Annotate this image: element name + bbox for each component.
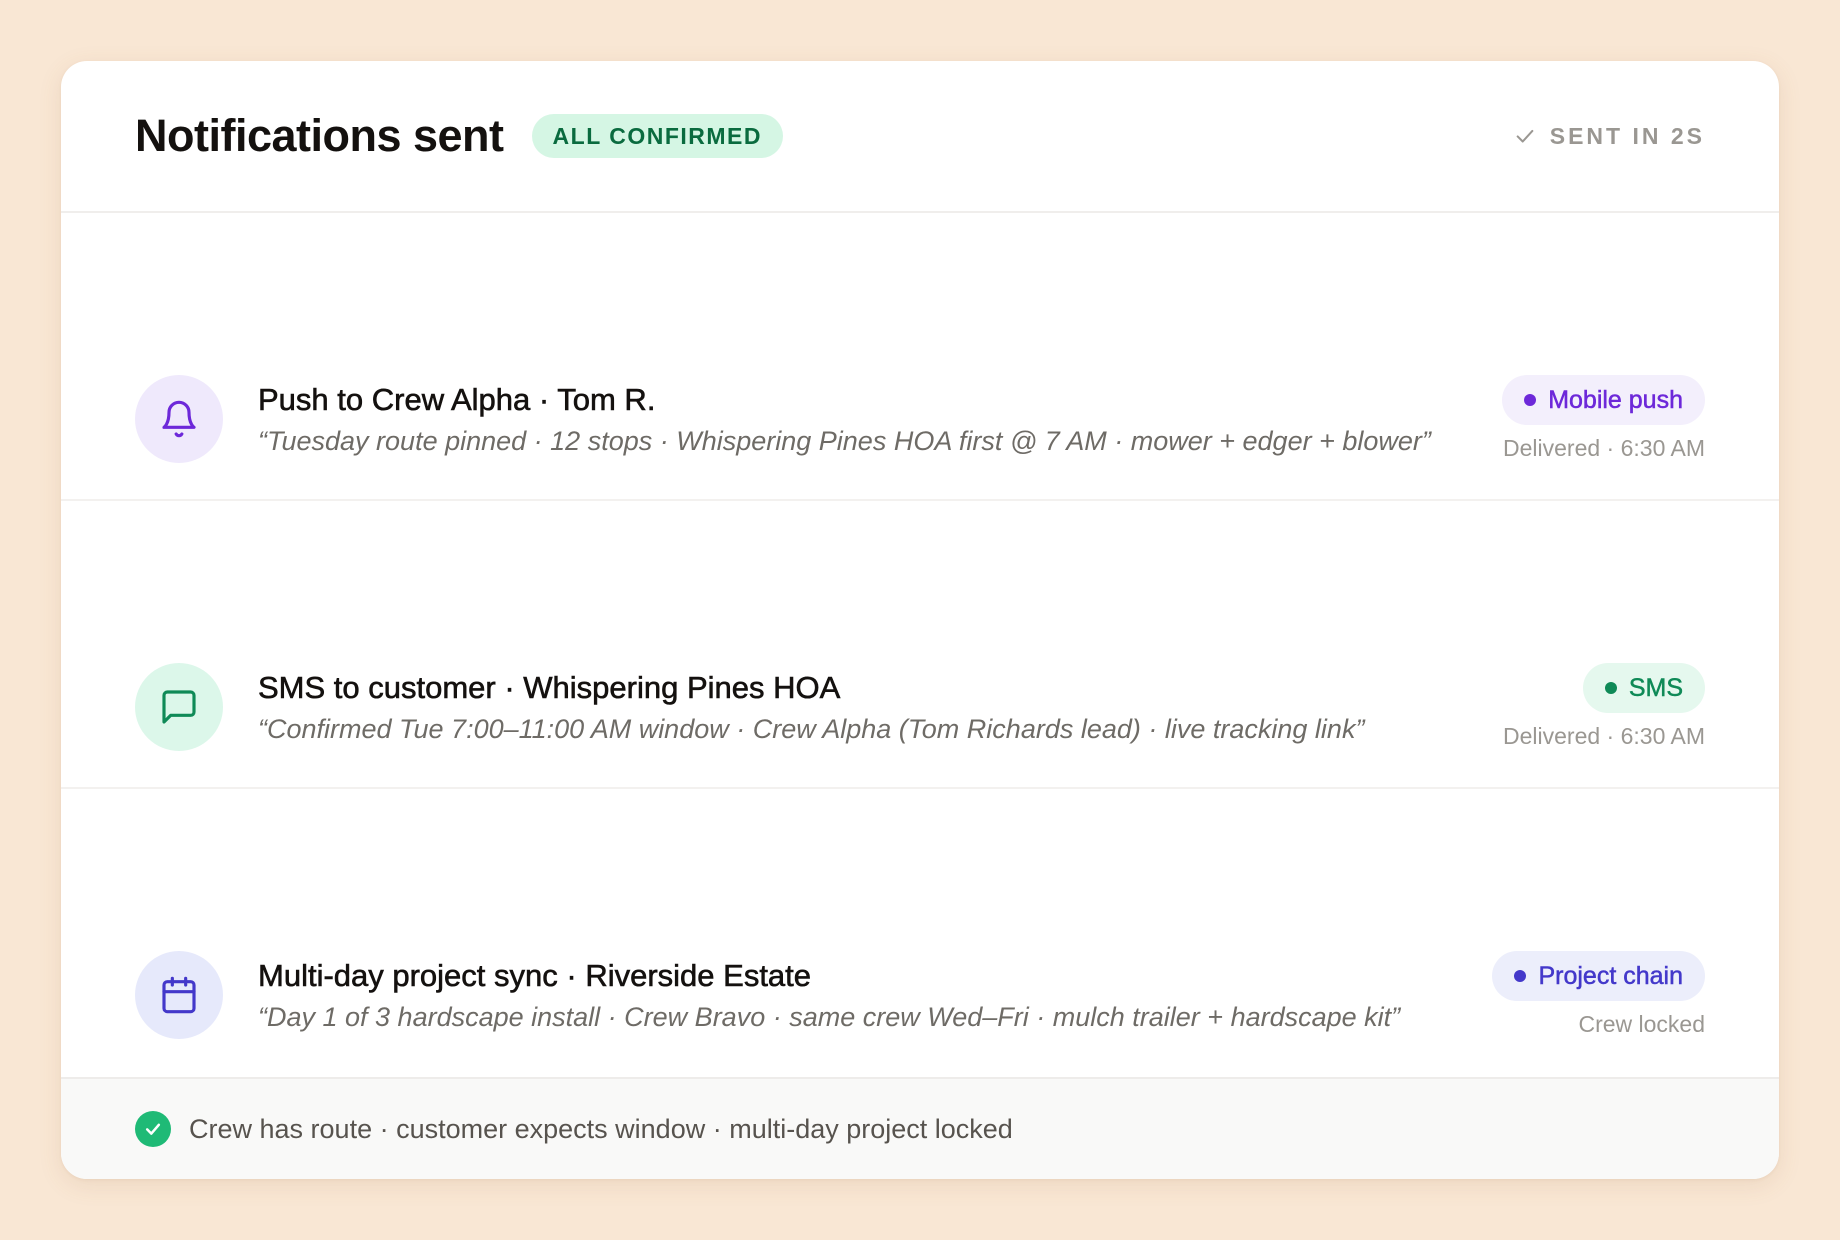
- channel-badge-mobile-push: Mobile push: [1502, 375, 1705, 425]
- sent-status: SENT IN 2S: [1514, 123, 1705, 150]
- calendar-icon-circle: [135, 951, 223, 1039]
- notification-row-sms: SMS to customer · Whispering Pines HOA “…: [61, 501, 1779, 789]
- notifications-card: Notifications sent ALL CONFIRMED SENT IN…: [61, 61, 1779, 1179]
- notification-title: Push to Crew Alpha · Tom R.: [258, 382, 656, 418]
- bell-icon: [162, 400, 196, 438]
- check-icon: [1516, 129, 1534, 143]
- all-confirmed-badge: ALL CONFIRMED: [531, 114, 783, 158]
- calendar-icon: [162, 976, 196, 1014]
- notification-row-push: Push to Crew Alpha · Tom R. “Tuesday rou…: [61, 213, 1779, 501]
- sent-status-label: SENT IN 2S: [1549, 122, 1705, 149]
- channel-badge-project-chain: Project chain: [1492, 951, 1705, 1001]
- check-circle-icon: [135, 1111, 171, 1147]
- channel-label: Project chain: [1538, 961, 1683, 990]
- card-header: Notifications sent ALL CONFIRMED SENT IN…: [61, 61, 1779, 213]
- page-title: Notifications sent: [135, 110, 504, 161]
- dot-icon: [1524, 394, 1537, 406]
- channel-label: SMS: [1628, 673, 1684, 702]
- notification-title: SMS to customer · Whispering Pines HOA: [258, 670, 841, 706]
- notification-message: “Tuesday route pinned · 12 stops · Whisp…: [258, 426, 1431, 456]
- crew-status: Crew locked: [1578, 1011, 1705, 1037]
- notification-row-project: Multi-day project sync · Riverside Estat…: [61, 789, 1779, 1077]
- summary-text: Crew has route · customer expects window…: [189, 1113, 1013, 1144]
- bell-icon-circle: [135, 375, 223, 463]
- channel-badge-sms: SMS: [1582, 663, 1705, 713]
- chat-icon-circle: [135, 663, 223, 751]
- dot-icon: [1604, 682, 1617, 694]
- delivery-status: Delivered · 6:30 AM: [1503, 723, 1705, 749]
- chat-bubble-icon: [162, 690, 196, 724]
- summary-footer: Crew has route · customer expects window…: [61, 1077, 1779, 1179]
- dot-icon: [1514, 970, 1527, 982]
- notification-message: “Day 1 of 3 hardscape install · Crew Bra…: [258, 1002, 1401, 1032]
- channel-label: Mobile push: [1548, 385, 1683, 414]
- notification-message: “Confirmed Tue 7:00–11:00 AM window · Cr…: [258, 714, 1365, 744]
- delivery-status: Delivered · 6:30 AM: [1503, 435, 1705, 461]
- notification-title: Multi-day project sync · Riverside Estat…: [258, 958, 812, 994]
